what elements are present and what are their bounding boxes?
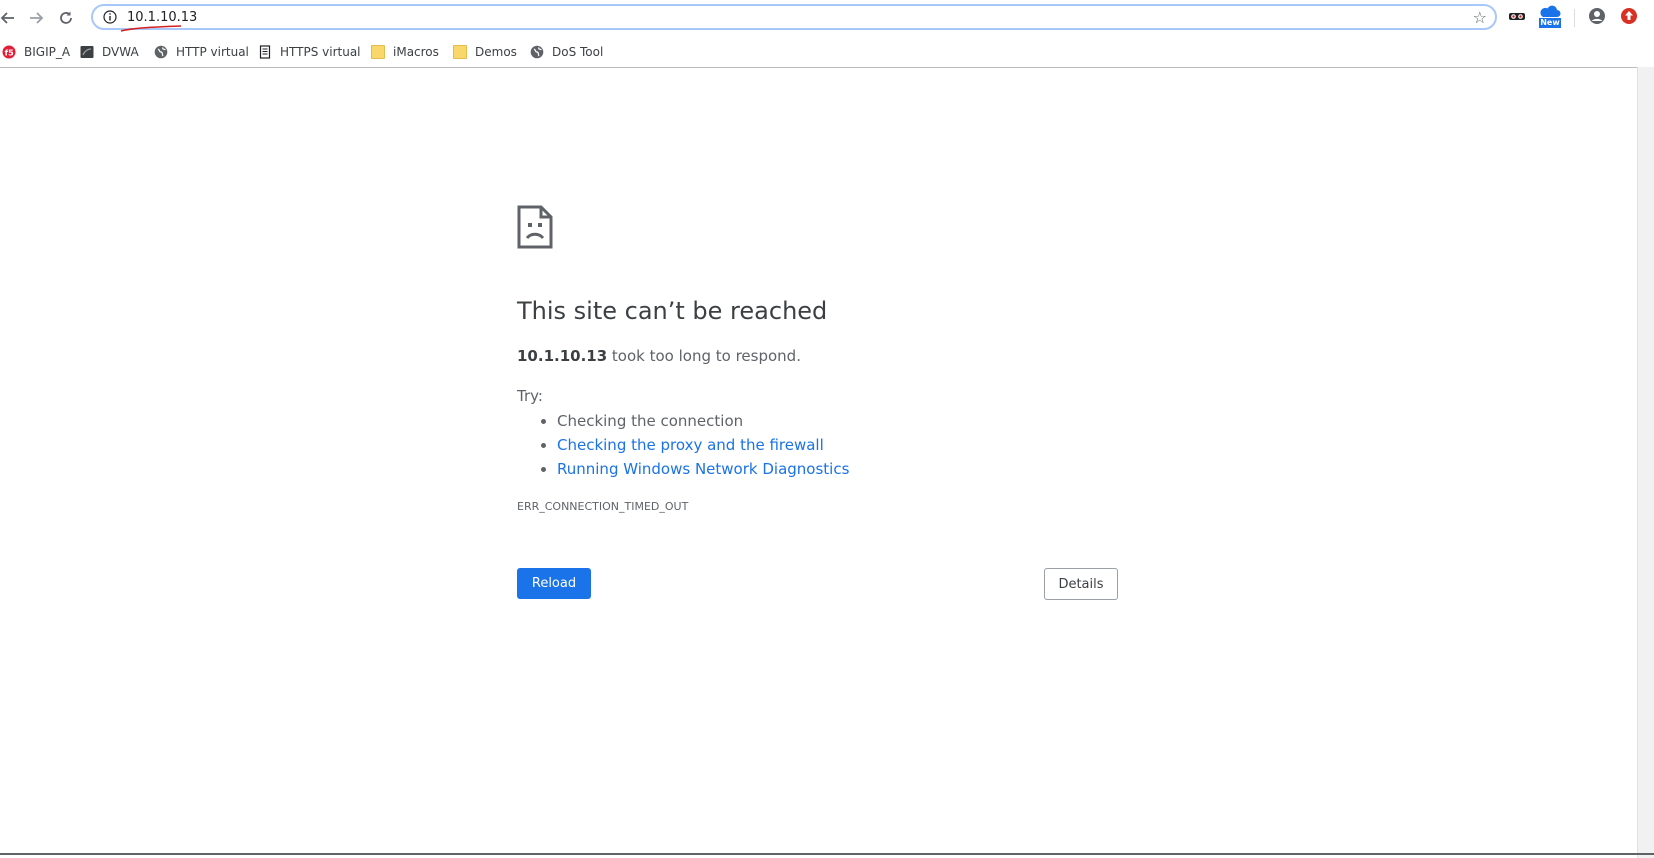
bookmark-dos-tool[interactable]: DoS Tool	[530, 42, 603, 62]
details-button[interactable]: Details	[1044, 568, 1118, 600]
error-title: This site can’t be reached	[517, 297, 828, 325]
bookmark-label: HTTP virtual	[176, 45, 249, 59]
dvwa-icon	[80, 46, 94, 58]
bookmark-label: HTTPS virtual	[280, 45, 361, 59]
list-item: Running Windows Network Diagnostics	[557, 457, 849, 481]
try-label: Try:	[517, 387, 543, 405]
suggestions-list: Checking the connection Checking the pro…	[517, 409, 849, 481]
bookmark-bigip-a[interactable]: f5 BIGIP_A	[2, 42, 70, 62]
extension-new-icon[interactable]: New	[1539, 5, 1561, 29]
toolbar-divider	[1574, 9, 1575, 27]
reload-button[interactable]: Reload	[517, 568, 591, 599]
incognito-glasses-icon[interactable]	[1508, 7, 1526, 25]
vertical-scrollbar[interactable]	[1637, 67, 1654, 858]
list-item: Checking the connection	[557, 409, 849, 433]
folder-icon	[453, 45, 467, 59]
suggestion-check-connection: Checking the connection	[557, 412, 744, 430]
page-icon	[259, 45, 271, 59]
globe-icon	[530, 45, 544, 59]
bookmark-http-virtual[interactable]: HTTP virtual	[154, 42, 249, 62]
bookmark-label: DVWA	[102, 45, 139, 59]
update-arrow-icon[interactable]	[1620, 7, 1638, 25]
new-badge: New	[1539, 18, 1561, 28]
bookmark-folder-imacros[interactable]: iMacros	[371, 42, 439, 62]
profile-avatar-icon[interactable]	[1588, 7, 1606, 25]
svg-text:f5: f5	[5, 49, 14, 58]
back-arrow-icon[interactable]	[0, 6, 20, 30]
bookmark-label: iMacros	[393, 45, 439, 59]
bookmark-label: BIGIP_A	[24, 45, 71, 59]
f5-logo-icon: f5	[2, 45, 16, 59]
star-icon[interactable]: ☆	[1473, 8, 1487, 27]
cloud-icon	[1540, 5, 1561, 17]
bookmark-folder-demos[interactable]: Demos	[453, 42, 517, 62]
error-message-suffix: took too long to respond.	[607, 347, 801, 365]
forward-arrow-icon[interactable]	[24, 6, 48, 30]
suggestion-proxy-firewall-link[interactable]: Checking the proxy and the firewall	[557, 436, 824, 454]
browser-toolbar: 10.1.10.13 ☆ New	[0, 0, 1654, 36]
bookmarks-bar: f5 BIGIP_A DVWA HTTP virtual HTTPS virtu…	[0, 37, 1654, 68]
reload-icon[interactable]	[54, 6, 78, 30]
address-bar[interactable]: 10.1.10.13 ☆	[91, 4, 1497, 32]
folder-icon	[371, 45, 385, 59]
url-text[interactable]: 10.1.10.13	[127, 10, 197, 25]
bookmark-https-virtual[interactable]: HTTPS virtual	[258, 42, 361, 62]
bookmark-label: DoS Tool	[552, 45, 604, 59]
info-icon[interactable]	[103, 10, 117, 24]
window-bottom-edge	[0, 853, 1654, 855]
sad-page-icon	[517, 205, 553, 249]
error-host: 10.1.10.13	[517, 347, 608, 365]
bookmark-dvwa[interactable]: DVWA	[80, 42, 139, 62]
error-code: ERR_CONNECTION_TIMED_OUT	[517, 500, 689, 513]
globe-icon	[154, 45, 168, 59]
suggestion-network-diagnostics-link[interactable]: Running Windows Network Diagnostics	[557, 460, 849, 478]
list-item: Checking the proxy and the firewall	[557, 433, 849, 457]
error-message: 10.1.10.13 took too long to respond.	[517, 347, 801, 365]
bookmark-label: Demos	[475, 45, 517, 59]
red-underline-annotation	[120, 25, 182, 32]
